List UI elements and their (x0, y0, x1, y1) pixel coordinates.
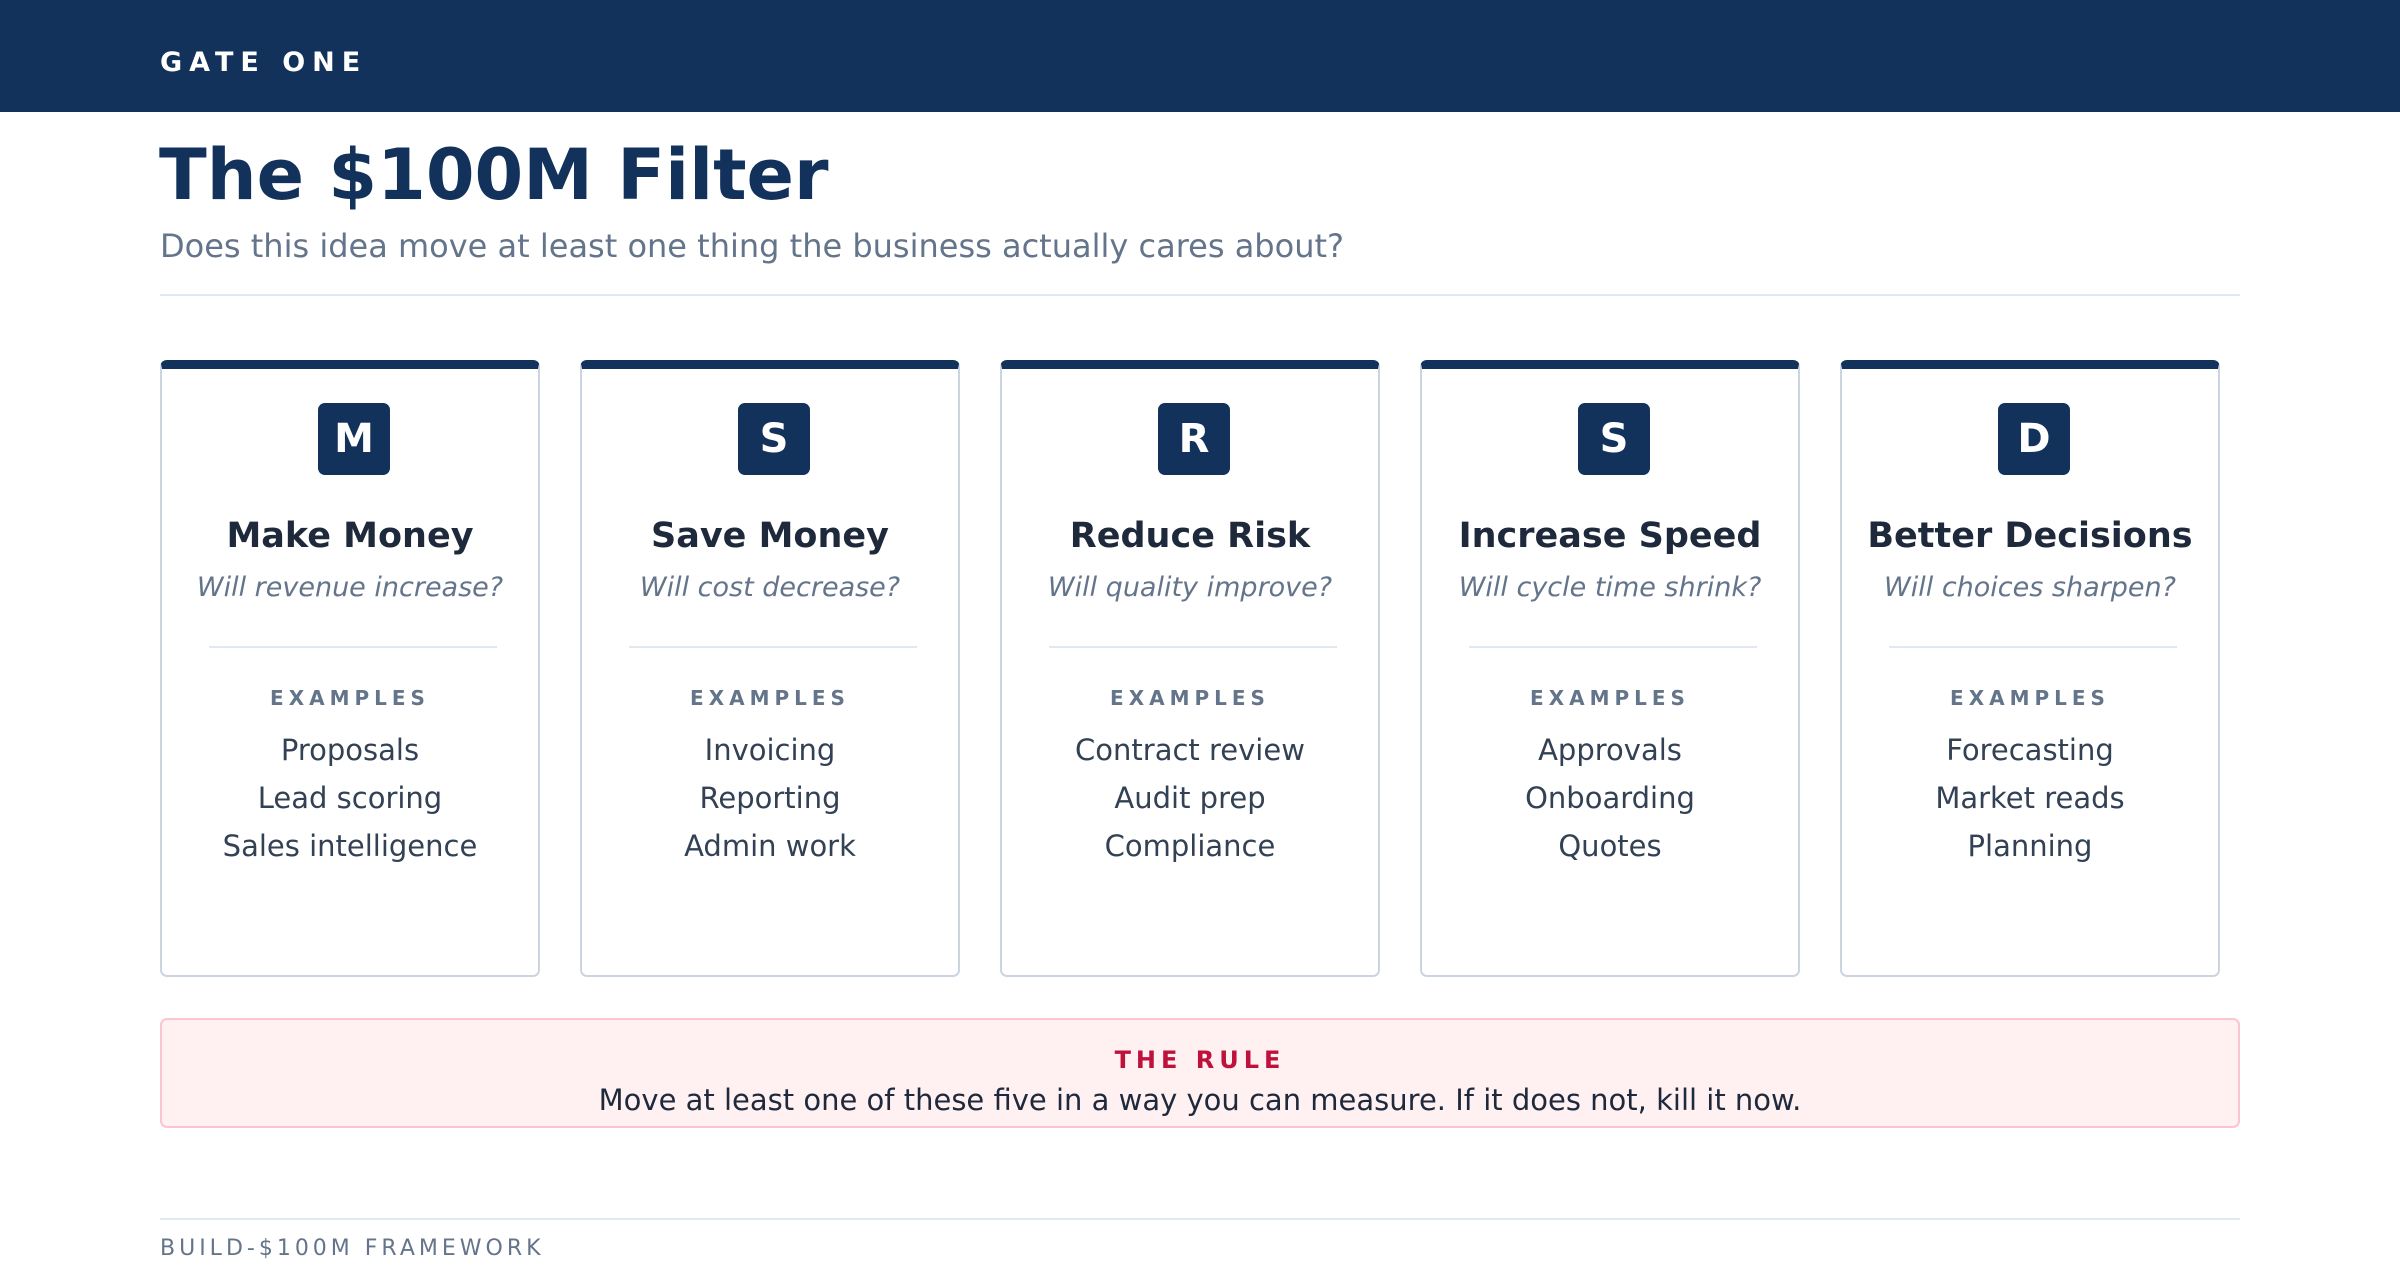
card-save-money: S Save Money Will cost decrease? EXAMPLE… (580, 360, 960, 977)
examples-label: EXAMPLES (270, 686, 430, 710)
card-question: Will choices sharpen? (1884, 572, 2176, 603)
card-divider (629, 646, 917, 648)
examples-label: EXAMPLES (1950, 686, 2110, 710)
example-item: Onboarding (1525, 781, 1695, 815)
card-question: Will cost decrease? (639, 572, 901, 603)
card-letter-badge: S (1578, 403, 1650, 475)
card-title: Make Money (226, 516, 474, 556)
card-divider (1049, 646, 1337, 648)
page-subtitle: Does this idea move at least one thing t… (160, 227, 1344, 265)
examples-label: EXAMPLES (1110, 686, 1270, 710)
card-divider (1469, 646, 1757, 648)
rule-callout: THE RULE Move at least one of these five… (160, 1018, 2240, 1128)
card-question: Will revenue increase? (196, 572, 504, 603)
example-item: Lead scoring (257, 781, 443, 815)
card-letter-badge: M (318, 403, 390, 475)
example-item: Forecasting (1946, 733, 2114, 767)
card-title: Increase Speed (1458, 516, 1762, 556)
example-item: Audit prep (1114, 781, 1266, 815)
card-better-decisions: D Better Decisions Will choices sharpen?… (1840, 360, 2220, 977)
card-make-money: M Make Money Will revenue increase? EXAM… (160, 360, 540, 977)
example-item: Approvals (1538, 733, 1682, 767)
rule-label: THE RULE (1114, 1046, 1286, 1074)
example-item: Invoicing (704, 733, 836, 767)
rule-text: Move at least one of these five in a way… (598, 1083, 1802, 1117)
examples-label: EXAMPLES (1530, 686, 1690, 710)
card-increase-speed: S Increase Speed Will cycle time shrink?… (1420, 360, 1800, 977)
card-letter-badge: R (1158, 403, 1230, 475)
example-item: Reporting (699, 781, 841, 815)
card-question: Will cycle time shrink? (1458, 572, 1762, 603)
header-divider (160, 294, 2240, 296)
card-divider (1889, 646, 2177, 648)
example-item: Admin work (684, 829, 856, 863)
page-title: The $100M Filter (159, 134, 829, 216)
top-bar: GATE ONE (0, 0, 2400, 112)
example-item: Proposals (280, 733, 420, 767)
card-letter-badge: D (1998, 403, 2070, 475)
filter-cards: M Make Money Will revenue increase? EXAM… (160, 360, 2220, 980)
example-item: Compliance (1104, 829, 1276, 863)
footer-divider (160, 1218, 2240, 1220)
card-title: Reduce Risk (1069, 516, 1311, 556)
brand-name: GATE ONE (160, 47, 368, 78)
card-title: Save Money (651, 516, 889, 556)
examples-label: EXAMPLES (690, 686, 850, 710)
card-title: Better Decisions (1867, 516, 2193, 556)
example-item: Planning (1967, 829, 2093, 863)
card-reduce-risk: R Reduce Risk Will quality improve? EXAM… (1000, 360, 1380, 977)
example-item: Contract review (1075, 733, 1305, 767)
card-divider (209, 646, 497, 648)
card-question: Will quality improve? (1047, 572, 1333, 603)
example-item: Sales intelligence (222, 829, 478, 863)
example-item: Market reads (1935, 781, 2125, 815)
card-letter-badge: S (738, 403, 810, 475)
example-item: Quotes (1558, 829, 1662, 863)
footer-text: BUILD-$100M FRAMEWORK (160, 1236, 545, 1261)
